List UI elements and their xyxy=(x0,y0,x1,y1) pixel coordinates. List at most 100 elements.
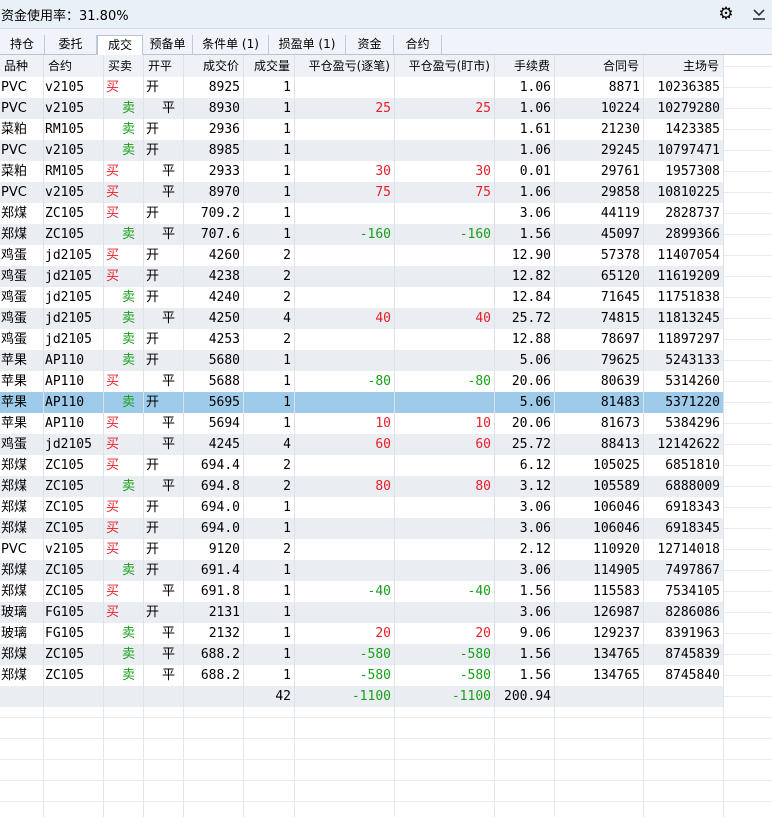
cell-open-close: 平 xyxy=(144,308,184,329)
column-header-fee[interactable]: 手续费 xyxy=(495,55,555,77)
cell-order-id: 74815 xyxy=(555,308,644,329)
gear-icon[interactable]: ⚙ xyxy=(716,4,736,24)
table-row[interactable]: 鸡蛋 jd2105 买开 4260 2 12.90 57378 11407054 xyxy=(0,245,724,266)
cell-side: 买 xyxy=(104,539,144,560)
table-row[interactable]: 郑煤 ZC105 卖平 707.6 1 -160 -160 1.56 45097 2899366 xyxy=(0,224,724,245)
cell-volume: 1 xyxy=(244,497,295,518)
cell-pnl-mark xyxy=(395,539,495,560)
cell-volume: 2 xyxy=(244,539,295,560)
tab-positions[interactable]: 持仓 xyxy=(0,35,45,54)
table-row[interactable]: 郑煤 ZC105 卖平 694.8 2 80 80 3.12 105589 6888009 xyxy=(0,476,724,497)
tab-prepared-orders[interactable]: 预备单 xyxy=(143,35,193,54)
column-header-open-close[interactable]: 开平 xyxy=(144,55,184,77)
column-header-order-id[interactable]: 合同号 xyxy=(555,55,644,77)
cell-exchange-id: 8745839 xyxy=(644,644,724,665)
table-row[interactable]: 鸡蛋 jd2105 买开 4238 2 12.82 65120 11619209 xyxy=(0,266,724,287)
table-row[interactable]: 苹果 AP110 买平 5694 1 10 10 20.06 81673 5384296 xyxy=(0,413,724,434)
table-row[interactable]: 郑煤 ZC105 卖开 691.4 1 3.06 114905 7497867 xyxy=(0,560,724,581)
cell-side: 卖 xyxy=(104,644,144,665)
table-row[interactable]: 菜粕 RM105 卖开 2936 1 1.61 21230 1423385 xyxy=(0,119,724,140)
table-row[interactable]: 菜粕 RM105 买平 2933 1 30 30 0.01 29761 1957308 xyxy=(0,161,724,182)
cell-volume: 4 xyxy=(244,434,295,455)
cell-product: 郑煤 xyxy=(0,476,44,497)
cell-pnl-mark xyxy=(395,602,495,623)
cell-pnl-trade xyxy=(295,560,395,581)
cell-product: 菜粕 xyxy=(0,161,44,182)
cell-side: 买 xyxy=(104,434,144,455)
table-header: 品种 合约 买卖 开平 成交价 成交量 平仓盈亏(逐笔) 平仓盈亏(盯市) 手续费 合同号 主场号 xyxy=(0,55,724,78)
total-empty-cell xyxy=(44,686,104,707)
cell-open-close: 开 xyxy=(144,287,184,308)
table-row[interactable]: 郑煤 ZC105 买开 709.2 1 3.06 44119 2828737 xyxy=(0,203,724,224)
cell-pnl-mark xyxy=(395,455,495,476)
table-row[interactable]: 郑煤 ZC105 买平 691.8 1 -40 -40 1.56 115583 7534105 xyxy=(0,581,724,602)
tab-trades[interactable]: 成交 xyxy=(97,35,143,55)
table-row[interactable]: 苹果 AP110 卖开 5680 1 5.06 79625 5243133 xyxy=(0,350,724,371)
cell-fee: 3.06 xyxy=(495,497,555,518)
cell-open-close: 平 xyxy=(144,476,184,497)
cell-exchange-id: 7534105 xyxy=(644,581,724,602)
cell-open-close: 开 xyxy=(144,140,184,161)
table-row[interactable]: 鸡蛋 jd2105 卖开 4240 2 12.84 71645 11751838 xyxy=(0,287,724,308)
table-row[interactable]: PVC v2105 卖开 8985 1 1.06 29245 10797471 xyxy=(0,140,724,161)
cell-product: PVC xyxy=(0,98,44,119)
column-header-price[interactable]: 成交价 xyxy=(184,55,244,77)
tab-conditional-orders[interactable]: 条件单 (1) xyxy=(193,35,269,54)
table-row[interactable]: 鸡蛋 jd2105 卖平 4250 4 40 40 25.72 74815 11813245 xyxy=(0,308,724,329)
table-row[interactable]: PVC v2105 卖平 8930 1 25 25 1.06 10224 10279280 xyxy=(0,98,724,119)
cell-pnl-trade xyxy=(295,518,395,539)
cell-fee: 1.06 xyxy=(495,98,555,119)
column-header-product[interactable]: 品种 xyxy=(0,55,44,77)
chevron-down-icon[interactable] xyxy=(749,4,769,24)
tab-contracts[interactable]: 合约 xyxy=(394,35,442,54)
table-row[interactable]: 鸡蛋 jd2105 买平 4245 4 60 60 25.72 88413 12142622 xyxy=(0,434,724,455)
cell-exchange-id: 6888009 xyxy=(644,476,724,497)
table-row[interactable]: 苹果 AP110 买平 5688 1 -80 -80 20.06 80639 5314260 xyxy=(0,371,724,392)
table-row[interactable]: 苹果 AP110 卖开 5695 1 5.06 81483 5371220 xyxy=(0,392,724,413)
table-row[interactable]: PVC v2105 买开 8925 1 1.06 8871 10236385 xyxy=(0,77,724,98)
cell-fee: 1.06 xyxy=(495,140,555,161)
table-row[interactable]: 郑煤 ZC105 卖平 688.2 1 -580 -580 1.56 134765 8745839 xyxy=(0,644,724,665)
table-row[interactable]: 郑煤 ZC105 买开 694.4 2 6.12 105025 6851810 xyxy=(0,455,724,476)
column-header-volume[interactable]: 成交量 xyxy=(244,55,295,77)
column-header-pnl-mark[interactable]: 平仓盈亏(盯市) xyxy=(395,55,495,77)
cell-pnl-trade xyxy=(295,602,395,623)
column-header-exchange-id[interactable]: 主场号 xyxy=(644,55,724,77)
cell-contract: jd2105 xyxy=(44,329,104,350)
cell-fee: 1.56 xyxy=(495,644,555,665)
table-row[interactable]: 玻璃 FG105 买开 2131 1 3.06 126987 8286086 xyxy=(0,602,724,623)
cell-pnl-mark xyxy=(395,245,495,266)
cell-price: 8930 xyxy=(184,98,244,119)
cell-price: 691.8 xyxy=(184,581,244,602)
cell-price: 5688 xyxy=(184,371,244,392)
table-row[interactable]: 玻璃 FG105 卖平 2132 1 20 20 9.06 129237 8391963 xyxy=(0,623,724,644)
tab-stop-orders[interactable]: 损盈单 (1) xyxy=(269,35,346,54)
cell-open-close: 开 xyxy=(144,602,184,623)
table-row[interactable]: PVC v2105 买平 8970 1 75 75 1.06 29858 10810225 xyxy=(0,182,724,203)
column-header-side[interactable]: 买卖 xyxy=(104,55,144,77)
cell-side: 卖 xyxy=(104,308,144,329)
tab-funds[interactable]: 资金 xyxy=(346,35,394,54)
cell-side: 卖 xyxy=(104,665,144,686)
cell-volume: 4 xyxy=(244,308,295,329)
table-row[interactable]: PVC v2105 买开 9120 2 2.12 110920 12714018 xyxy=(0,539,724,560)
cell-side: 买 xyxy=(104,245,144,266)
cell-pnl-trade: 10 xyxy=(295,413,395,434)
cell-order-id: 71645 xyxy=(555,287,644,308)
cell-volume: 2 xyxy=(244,266,295,287)
cell-contract: v2105 xyxy=(44,539,104,560)
table-row[interactable]: 郑煤 ZC105 买开 694.0 1 3.06 106046 6918343 xyxy=(0,497,724,518)
table-row[interactable]: 郑煤 ZC105 卖平 688.2 1 -580 -580 1.56 134765 8745840 xyxy=(0,665,724,686)
table-row[interactable]: 鸡蛋 jd2105 卖开 4253 2 12.88 78697 11897297 xyxy=(0,329,724,350)
cell-exchange-id: 11619209 xyxy=(644,266,724,287)
cell-pnl-mark: -580 xyxy=(395,644,495,665)
cell-product: 鸡蛋 xyxy=(0,329,44,350)
cell-side: 买 xyxy=(104,413,144,434)
total-empty-cell xyxy=(644,686,724,707)
column-header-contract[interactable]: 合约 xyxy=(44,55,104,77)
tab-orders[interactable]: 委托 xyxy=(45,35,97,54)
cell-fee: 25.72 xyxy=(495,434,555,455)
cell-pnl-trade xyxy=(295,287,395,308)
table-row[interactable]: 郑煤 ZC105 买开 694.0 1 3.06 106046 6918345 xyxy=(0,518,724,539)
column-header-pnl-trade[interactable]: 平仓盈亏(逐笔) xyxy=(295,55,395,77)
